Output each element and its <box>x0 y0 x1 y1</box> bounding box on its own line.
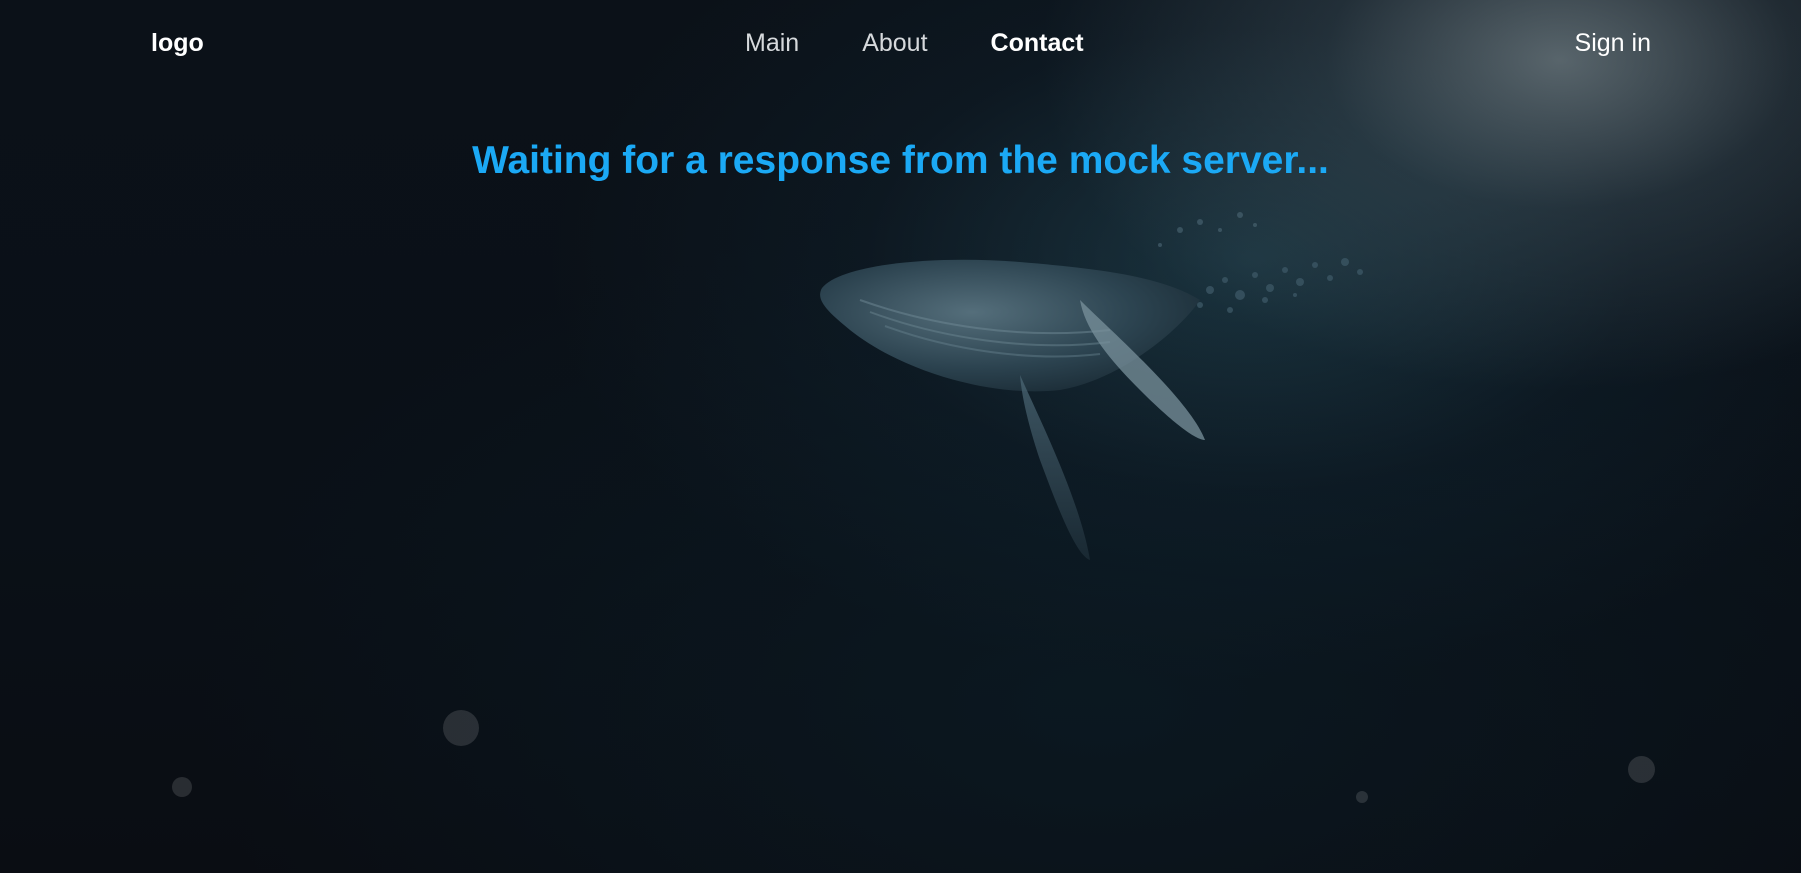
nav-item-about[interactable]: About <box>862 29 927 58</box>
bubble-decoration <box>172 777 192 797</box>
page: logo Main About Contact Sign in Waiting … <box>0 0 1801 873</box>
bubble-decoration <box>1628 756 1655 783</box>
nav-item-contact[interactable]: Contact <box>991 29 1084 58</box>
bubble-decoration <box>443 710 479 746</box>
bubble-decoration <box>1356 791 1368 803</box>
top-navigation: logo Main About Contact Sign in <box>0 0 1801 90</box>
status-message: Waiting for a response from the mock ser… <box>472 139 1329 183</box>
logo[interactable]: logo <box>151 29 204 58</box>
sign-in-link[interactable]: Sign in <box>1575 29 1651 58</box>
nav-item-main[interactable]: Main <box>745 29 799 58</box>
background-whale-image <box>820 212 1363 560</box>
nav-menu: Main About Contact <box>745 29 1084 58</box>
whale-fin <box>1020 375 1090 560</box>
